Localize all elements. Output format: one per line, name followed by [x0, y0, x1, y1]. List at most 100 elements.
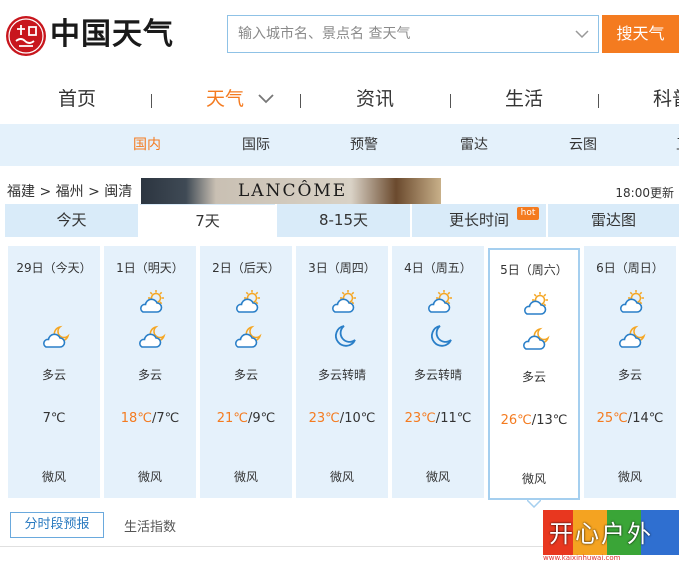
day-card[interactable]: 4日（周五） 多云转晴 23℃/11℃ 微风	[392, 246, 484, 498]
nav-life[interactable]: 生活	[505, 86, 543, 112]
day-temp: 25℃/14℃	[596, 411, 664, 426]
nav-divider	[450, 94, 451, 108]
breadcrumb[interactable]: 福建 > 福州 > 闽清	[7, 181, 132, 201]
nav-home[interactable]: 首页	[58, 86, 96, 112]
ad-text: LANCÔME	[238, 181, 348, 201]
nav-news[interactable]: 资讯	[356, 86, 394, 112]
partly-cloudy-day-icon	[233, 288, 263, 316]
partly-cloudy-day-icon	[329, 288, 359, 316]
day-card[interactable]: 3日（周四） 多云转晴 23℃/10℃ 微风	[296, 246, 388, 498]
nav-divider	[151, 94, 152, 108]
day-weather: 多云	[617, 368, 642, 382]
partly-cloudy-night-icon	[233, 323, 263, 351]
day-wind: 微风	[233, 470, 258, 484]
watermark-text: 开心户外	[549, 520, 653, 548]
day-temp: 18℃/7℃	[120, 411, 180, 426]
tab-radar-map[interactable]: 雷达图	[548, 204, 679, 237]
day-weather: 多云	[521, 370, 546, 384]
day-forecast-list: 29日（今天） 多云 7℃ 微风 1日（明天） 多云 18℃/7℃ 微风 2日（…	[0, 246, 679, 506]
partly-cloudy-night-icon	[41, 323, 71, 351]
watermark-url: www.kaixinhuwai.com	[543, 554, 621, 562]
day-card-selected[interactable]: 5日（周六） 多云 26℃/13℃ 微风	[488, 248, 580, 500]
moon-icon	[425, 323, 455, 351]
logo-seal-icon[interactable]	[5, 15, 47, 57]
temp-high: 23℃	[308, 411, 340, 426]
temp-high: 26℃	[500, 413, 532, 428]
subnav-domestic[interactable]: 国内	[133, 136, 161, 154]
temp-high: 23℃	[404, 411, 436, 426]
day-wind: 微风	[617, 470, 642, 484]
hot-badge: hot	[517, 207, 539, 220]
ad-banner[interactable]: LANCÔME	[141, 178, 441, 204]
chevron-down-icon[interactable]	[574, 26, 590, 42]
day-wind: 微风	[425, 470, 450, 484]
temp-low: 7℃	[156, 411, 180, 426]
header: 中国天气 搜天气	[0, 0, 679, 76]
day-date: 3日（周四）	[308, 261, 376, 275]
nav-science[interactable]: 科普	[653, 86, 679, 112]
day-temp: 26℃/13℃	[500, 413, 568, 428]
temp-high: 18℃	[120, 411, 152, 426]
selected-day-pointer-icon	[527, 500, 541, 508]
partly-cloudy-day-icon	[425, 288, 455, 316]
day-date: 5日（周六）	[500, 263, 568, 277]
day-temp: 23℃/10℃	[308, 411, 376, 426]
watermark: 开心户外 www.kaixinhuwai.com	[543, 510, 679, 567]
subnav-international[interactable]: 国际	[242, 136, 270, 154]
partly-cloudy-day-icon	[617, 288, 647, 316]
nav-divider	[300, 94, 301, 108]
tab-7day[interactable]: 7天	[140, 204, 275, 237]
logo-text[interactable]: 中国天气	[50, 14, 174, 56]
tab-8-15day[interactable]: 8-15天	[277, 204, 410, 237]
chevron-down-icon[interactable]	[257, 92, 275, 106]
sub-nav: 国内 国际 预警 雷达 云图 卫	[0, 124, 679, 166]
tab-today[interactable]: 今天	[5, 204, 138, 237]
moon-icon	[329, 323, 359, 351]
day-weather: 多云转晴	[317, 368, 366, 382]
day-wind: 微风	[41, 470, 66, 484]
day-card[interactable]: 1日（明天） 多云 18℃/7℃ 微风	[104, 246, 196, 498]
search-button[interactable]: 搜天气	[602, 15, 679, 53]
day-wind: 微风	[521, 472, 546, 486]
day-date: 2日（后天）	[212, 261, 280, 275]
day-card[interactable]: 6日（周日） 多云 25℃/14℃ 微风	[584, 246, 676, 498]
day-weather: 多云	[233, 368, 258, 382]
day-weather: 多云转晴	[413, 368, 462, 382]
temp-low: 9℃	[252, 411, 276, 426]
day-date: 29日（今天）	[16, 261, 92, 275]
day-wind: 微风	[329, 470, 354, 484]
day-date: 1日（明天）	[116, 261, 184, 275]
search-input[interactable]	[228, 16, 568, 52]
update-time: 18:00更新	[615, 186, 674, 200]
forecast-tabs: 今天 7天 8-15天 更长时间 雷达图	[5, 204, 679, 237]
day-temp: 21℃/9℃	[216, 411, 276, 426]
main-nav: 首页 天气 资讯 生活 科普	[0, 76, 679, 124]
partly-cloudy-night-icon	[521, 325, 551, 353]
temp-low: 11℃	[440, 411, 472, 426]
temp-low: 7℃	[42, 411, 66, 426]
day-wind: 微风	[137, 470, 162, 484]
temp-low: 14℃	[632, 411, 664, 426]
temp-low: 13℃	[536, 413, 568, 428]
search-box[interactable]	[227, 15, 599, 53]
tab-hourly-forecast[interactable]: 分时段预报	[10, 512, 104, 538]
subnav-warning[interactable]: 预警	[350, 136, 378, 154]
day-date: 6日（周日）	[596, 261, 664, 275]
day-weather: 多云	[137, 368, 162, 382]
day-temp: 7℃	[8, 411, 100, 426]
partly-cloudy-day-icon	[137, 288, 167, 316]
nav-divider	[598, 94, 599, 108]
subnav-radar[interactable]: 雷达	[460, 136, 488, 154]
day-card[interactable]: 2日（后天） 多云 21℃/9℃ 微风	[200, 246, 292, 498]
temp-low: 10℃	[344, 411, 376, 426]
nav-weather[interactable]: 天气	[206, 86, 244, 112]
tab-life-index[interactable]: 生活指数	[124, 516, 176, 535]
temp-high: 25℃	[596, 411, 628, 426]
temp-high: 21℃	[216, 411, 248, 426]
partly-cloudy-day-icon	[521, 290, 551, 318]
partly-cloudy-night-icon	[617, 323, 647, 351]
subnav-cloud[interactable]: 云图	[569, 136, 597, 154]
day-temp: 23℃/11℃	[404, 411, 472, 426]
day-weather: 多云	[41, 368, 66, 382]
day-card[interactable]: 29日（今天） 多云 7℃ 微风	[8, 246, 100, 498]
